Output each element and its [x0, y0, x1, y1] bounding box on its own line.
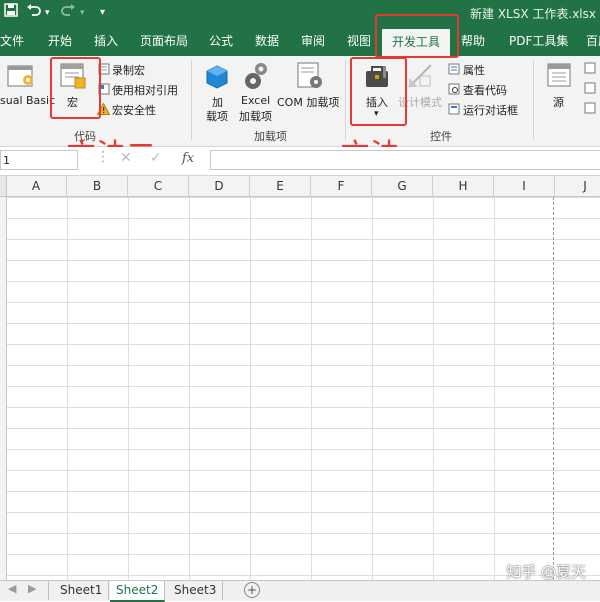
sheet-tab-sheet3[interactable]: Sheet3	[168, 581, 224, 600]
tab-review[interactable]: 审阅	[301, 26, 325, 56]
gridline	[67, 197, 68, 580]
highlight-developer-tab	[375, 14, 459, 58]
gridline	[128, 197, 129, 580]
gridline	[433, 197, 434, 580]
formula-bar-dots-icon: ⋮	[96, 149, 110, 165]
xml-small-icon	[584, 102, 596, 117]
properties-icon	[448, 63, 460, 78]
column-header-h[interactable]: H	[433, 176, 494, 196]
sheet-tab-sheet2[interactable]: Sheet2	[110, 581, 166, 602]
excel-add-ins-label-2[interactable]: 加载项	[239, 108, 272, 124]
tab-home[interactable]: 开始	[48, 26, 72, 56]
cancel-icon: ✕	[120, 150, 132, 166]
next-sheet-icon[interactable]: ▶	[28, 582, 36, 595]
macro-security-button[interactable]: 宏安全性	[112, 102, 156, 118]
tab-formulas[interactable]: 公式	[209, 26, 233, 56]
gridline	[494, 197, 495, 580]
xml-small-icon	[584, 62, 596, 77]
tab-file[interactable]: 文件	[0, 26, 24, 56]
row-headers[interactable]	[0, 197, 7, 580]
source-icon	[546, 62, 572, 91]
add-sheet-icon[interactable]: +	[244, 582, 260, 598]
undo-dropdown-icon[interactable]: ▾	[45, 3, 50, 23]
com-add-ins-icon	[296, 61, 324, 94]
view-code-icon	[448, 83, 460, 98]
window-title: 新建 XLSX 工作表.xlsx	[470, 7, 596, 21]
save-icon[interactable]	[4, 3, 18, 23]
group-divider	[533, 60, 534, 140]
group-divider	[191, 60, 192, 140]
name-box[interactable]: 1	[0, 150, 78, 170]
highlight-insert-button	[350, 57, 407, 126]
controls-group-label: 控件	[430, 130, 452, 143]
ribbon-tabs: 文件 开始 插入 页面布局 公式 数据 审阅 视图 开发工具 帮助 PDF工具集…	[0, 26, 600, 56]
formula-input[interactable]	[210, 150, 600, 170]
gridline	[311, 197, 312, 580]
relative-refs-button[interactable]: 使用相对引用	[112, 82, 178, 98]
tab-data[interactable]: 数据	[255, 26, 279, 56]
enter-icon: ✓	[150, 150, 162, 166]
properties-button[interactable]: 属性	[463, 62, 485, 78]
tab-help[interactable]: 帮助	[461, 26, 485, 56]
add-ins-label-2[interactable]: 载项	[206, 108, 228, 124]
add-ins-group-label: 加载项	[254, 130, 287, 143]
title-bar: ▾ ▾ ▾ 新建 XLSX 工作表.xlsx	[0, 0, 600, 26]
gridline	[189, 197, 190, 580]
column-header-f[interactable]: F	[311, 176, 372, 196]
tab-pdf-tools[interactable]: PDF工具集	[509, 26, 568, 56]
prev-sheet-icon[interactable]: ◀	[8, 582, 16, 595]
worksheet-grid[interactable]	[0, 197, 600, 580]
redo-dropdown-icon: ▾	[80, 8, 85, 18]
highlight-macros-button	[50, 57, 101, 119]
column-header-i[interactable]: I	[494, 176, 555, 196]
column-header-b[interactable]: B	[67, 176, 128, 196]
watermark: 知乎 @夏天	[506, 563, 586, 581]
run-dialog-button[interactable]: 运行对话框	[463, 102, 518, 118]
customize-qat-icon[interactable]: ▾	[100, 3, 105, 23]
sheet-tab-sheet1[interactable]: Sheet1	[54, 581, 110, 600]
redo-icon	[60, 3, 76, 23]
tab-insert[interactable]: 插入	[94, 26, 118, 56]
sheet-tab-bar: ◀ ▶ Sheet1 Sheet2 Sheet3 +	[0, 580, 600, 602]
tab-baidu[interactable]: 百度	[586, 26, 600, 56]
run-dialog-icon	[448, 103, 460, 118]
formula-bar: 1 ⋮ ✕ ✓ fx	[0, 147, 600, 176]
gridline	[372, 197, 373, 580]
view-code-button[interactable]: 查看代码	[463, 82, 507, 98]
group-divider	[345, 60, 346, 140]
tab-page-layout[interactable]: 页面布局	[140, 26, 188, 56]
column-header-e[interactable]: E	[250, 176, 311, 196]
column-header-c[interactable]: C	[128, 176, 189, 196]
insert-function-icon[interactable]: fx	[182, 151, 194, 166]
page-break-line	[553, 197, 554, 580]
column-header-a[interactable]: A	[6, 176, 67, 196]
undo-icon[interactable]	[26, 3, 42, 23]
excel-add-ins-label-1[interactable]: Excel	[241, 94, 270, 107]
xml-small-icon	[584, 82, 596, 97]
column-header-d[interactable]: D	[189, 176, 250, 196]
excel-add-ins-gear-icon	[243, 61, 271, 94]
tab-divider	[48, 581, 49, 600]
com-add-ins-button[interactable]: COM 加载项	[277, 94, 339, 110]
design-mode-icon	[406, 62, 434, 93]
visual-basic-button[interactable]: sual Basic	[0, 94, 55, 107]
gridline	[250, 197, 251, 580]
record-macro-button[interactable]: 录制宏	[112, 62, 145, 78]
visual-basic-icon	[6, 62, 36, 93]
column-header-j[interactable]: J	[555, 176, 600, 196]
column-headers: A B C D E F G H I J	[0, 176, 600, 197]
column-header-g[interactable]: G	[372, 176, 433, 196]
add-ins-icon	[204, 64, 230, 93]
source-button[interactable]: 源	[553, 94, 564, 110]
tab-view[interactable]: 视图	[347, 26, 371, 56]
